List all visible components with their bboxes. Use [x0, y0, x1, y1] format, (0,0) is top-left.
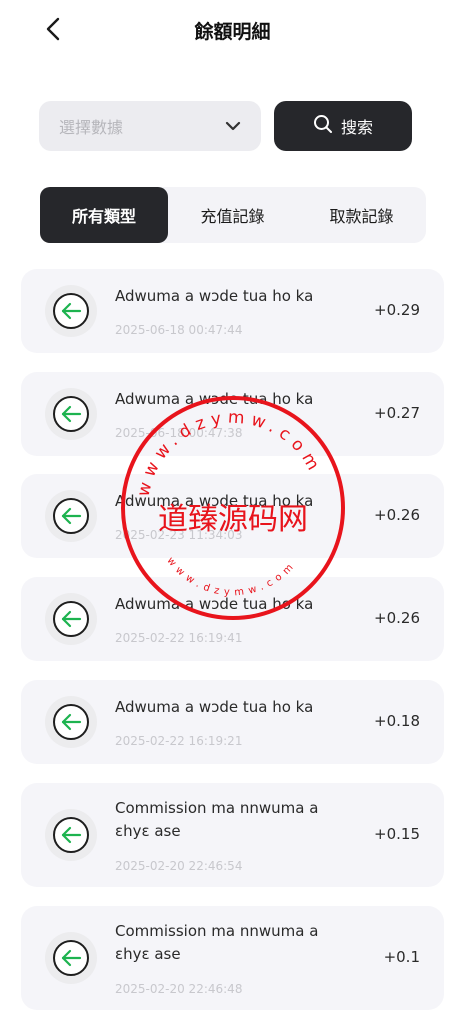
return-arrow-icon — [45, 285, 97, 337]
record-time: 2025-02-23 11:34:03 — [115, 528, 243, 542]
record-time: 2025-02-22 16:19:41 — [115, 631, 243, 645]
list-item[interactable]: Adwuma a wɔde tua ho ka 2025-06-18 00:47… — [21, 269, 444, 353]
record-title: Adwuma a wɔde tua ho ka — [115, 698, 314, 716]
return-arrow-icon — [45, 490, 97, 542]
record-title: Adwuma a wɔde tua ho ka — [115, 287, 314, 305]
data-select[interactable]: 選擇數據 — [39, 101, 261, 151]
type-tabs: 所有類型 充值記錄 取款記錄 — [40, 187, 426, 243]
return-arrow-icon — [45, 593, 97, 645]
record-time: 2025-02-20 22:46:48 — [115, 982, 243, 996]
list-item[interactable]: Adwuma a wɔde tua ho ka 2025-02-22 16:19… — [21, 680, 444, 764]
list-item[interactable]: Commission ma nnwuma a ɛhyɛ ase 2025-02-… — [21, 906, 444, 1010]
chevron-down-icon — [225, 118, 241, 134]
search-button[interactable]: 搜索 — [274, 101, 412, 151]
record-title: Commission ma nnwuma a ɛhyɛ ase — [115, 799, 319, 840]
record-time: 2025-02-22 16:19:21 — [115, 734, 243, 748]
list-item[interactable]: Adwuma a wɔde tua ho ka 2025-02-22 16:19… — [21, 577, 444, 661]
list-item[interactable]: Adwuma a wɔde tua ho ka 2025-06-18 00:47… — [21, 372, 444, 456]
record-title: Adwuma a wɔde tua ho ka — [115, 390, 314, 408]
record-title: Commission ma nnwuma a ɛhyɛ ase — [115, 922, 319, 963]
list-item[interactable]: Commission ma nnwuma a ɛhyɛ ase 2025-02-… — [21, 783, 444, 887]
return-arrow-icon — [45, 388, 97, 440]
record-amount: +0.26 — [374, 609, 420, 627]
filter-bar: 選擇數據 搜索 — [39, 101, 412, 151]
record-title: Adwuma a wɔde tua ho ka — [115, 492, 314, 510]
return-arrow-icon — [45, 932, 97, 984]
record-amount: +0.27 — [374, 404, 420, 422]
record-amount: +0.18 — [374, 712, 420, 730]
return-arrow-icon — [45, 696, 97, 748]
page-title: 餘額明細 — [194, 21, 271, 43]
record-time: 2025-02-20 22:46:54 — [115, 859, 243, 873]
record-time: 2025-06-18 00:47:44 — [115, 323, 243, 337]
return-arrow-icon — [45, 809, 97, 861]
record-time: 2025-06-18 00:47:38 — [115, 426, 243, 440]
select-placeholder: 選擇數據 — [59, 118, 124, 137]
tab-withdrawal-records[interactable]: 取款記錄 — [297, 187, 426, 243]
search-icon — [313, 114, 333, 138]
record-title: Adwuma a wɔde tua ho ka — [115, 595, 314, 613]
tab-deposit-records[interactable]: 充值記錄 — [168, 187, 297, 243]
record-amount: +0.15 — [374, 825, 420, 843]
list-item[interactable]: Adwuma a wɔde tua ho ka 2025-02-23 11:34… — [21, 474, 444, 558]
record-amount: +0.1 — [383, 948, 420, 966]
header: 餘額明細 — [0, 0, 465, 58]
record-amount: +0.29 — [374, 301, 420, 319]
tab-all-types[interactable]: 所有類型 — [40, 187, 168, 243]
search-button-label: 搜索 — [340, 118, 373, 137]
record-amount: +0.26 — [374, 506, 420, 524]
